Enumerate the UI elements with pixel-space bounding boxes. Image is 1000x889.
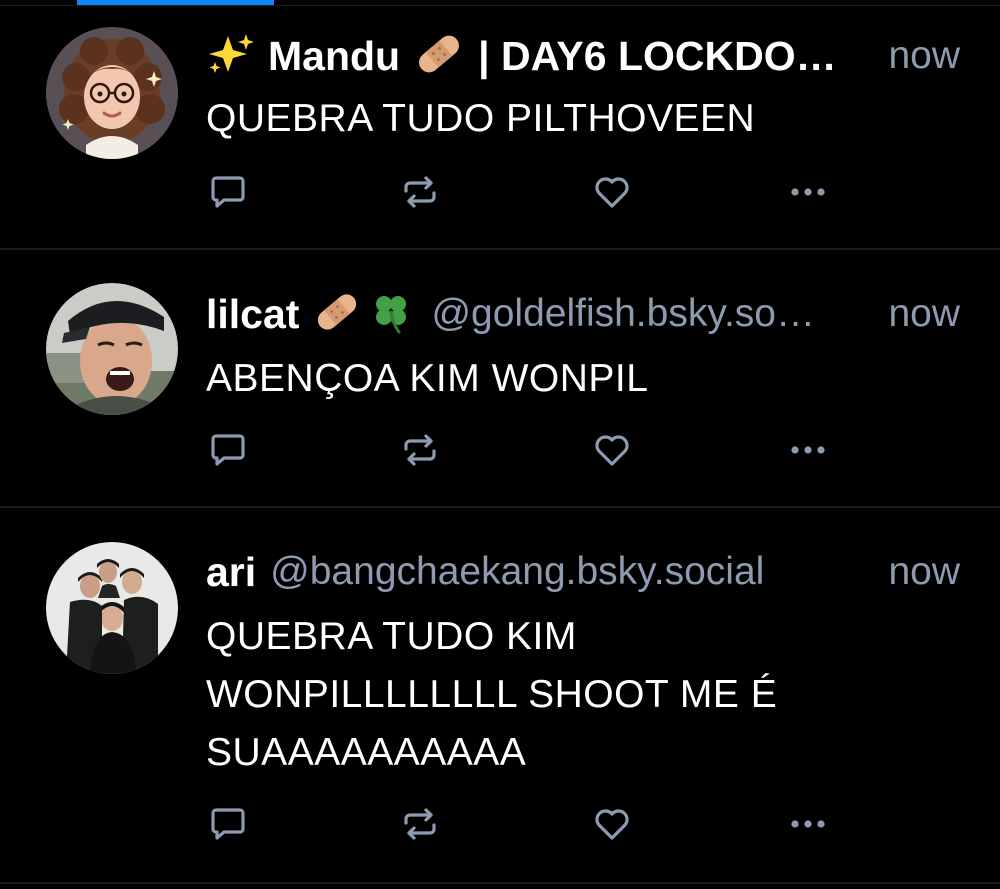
display-name[interactable]: Mandu: [268, 33, 400, 80]
post-text: QUEBRA TUDO KIM WONPILLLLLLLL SHOOT ME É…: [206, 615, 778, 774]
post-actions: [206, 802, 846, 846]
reply-icon: [211, 176, 245, 208]
user-handle[interactable]: @goldelfish.bsky.so…: [431, 292, 815, 336]
like-icon: [595, 809, 629, 840]
more-options-button[interactable]: [786, 428, 830, 472]
post-header: ari @bangchaekang.bsky.social now: [206, 542, 960, 602]
avatar[interactable]: [46, 283, 178, 415]
more-options-button[interactable]: [786, 170, 830, 214]
like-icon: [595, 435, 629, 466]
timestamp[interactable]: now: [864, 550, 960, 594]
four-leaf-clover-emoji-icon: [369, 290, 413, 339]
user-handle[interactable]: @bangchaekang.bsky.social: [270, 550, 764, 594]
repost-button[interactable]: [398, 428, 442, 472]
like-button[interactable]: [590, 802, 634, 846]
like-button[interactable]: [590, 428, 634, 472]
bandage-emoji-icon: [414, 32, 464, 81]
post-actions: [206, 428, 846, 472]
avatar-illustrated-curly-hair: [46, 27, 178, 159]
more-options-button[interactable]: [786, 802, 830, 846]
reply-icon: [211, 808, 245, 840]
repost-button[interactable]: [398, 802, 442, 846]
feed-post[interactable]: ari @bangchaekang.bsky.social now QUEBRA…: [0, 508, 1000, 884]
more-icon: [791, 446, 825, 454]
avatar[interactable]: [46, 27, 178, 159]
reply-button[interactable]: [206, 170, 250, 214]
avatar[interactable]: [46, 542, 178, 674]
feed-post[interactable]: lilcat @goldelfish.bsky.so… now ABENÇOA …: [0, 250, 1000, 508]
repost-icon: [404, 176, 436, 208]
more-icon: [791, 820, 825, 828]
reply-button[interactable]: [206, 428, 250, 472]
timestamp[interactable]: now: [864, 292, 960, 336]
display-name[interactable]: ari: [206, 549, 256, 596]
more-icon: [791, 188, 825, 196]
post-actions: [206, 170, 846, 214]
post-text: QUEBRA TUDO PILTHOVEEN: [206, 97, 756, 140]
like-button[interactable]: [590, 170, 634, 214]
bandage-emoji-icon: [313, 290, 361, 339]
repost-button[interactable]: [398, 170, 442, 214]
repost-icon: [404, 434, 436, 466]
post-header: Mandu | DAY6 LOCKDO… now: [206, 26, 960, 86]
repost-icon: [404, 808, 436, 840]
display-name[interactable]: lilcat: [206, 291, 299, 338]
like-icon: [595, 177, 629, 208]
feed-post[interactable]: Mandu | DAY6 LOCKDO… now QUEBRA TUDO PIL…: [0, 6, 1000, 250]
display-name-suffix[interactable]: | DAY6 LOCKDO…: [478, 33, 837, 80]
sparkles-emoji-icon: [206, 32, 256, 81]
reply-icon: [211, 434, 245, 466]
post-header: lilcat @goldelfish.bsky.so… now: [206, 284, 960, 344]
avatar-photo-person-cap: [46, 283, 178, 415]
post-text: ABENÇOA KIM WONPIL: [206, 357, 649, 400]
timestamp[interactable]: now: [864, 34, 960, 78]
avatar-photo-group: [46, 542, 178, 674]
reply-button[interactable]: [206, 802, 250, 846]
